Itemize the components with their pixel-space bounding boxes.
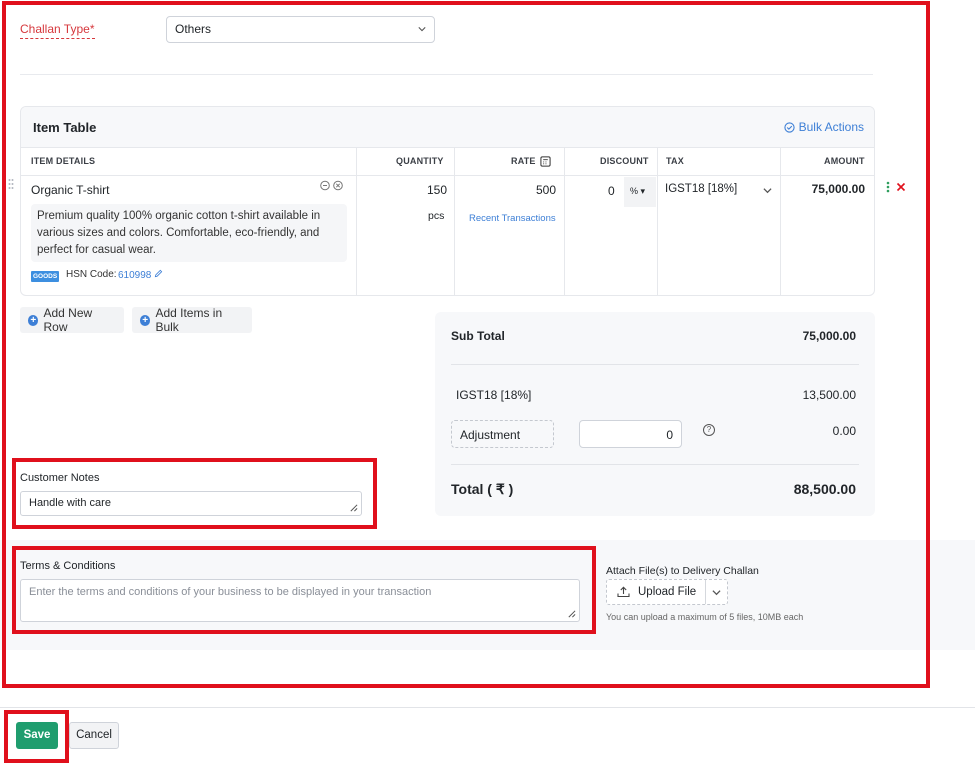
cancel-button[interactable]: Cancel [69, 722, 119, 749]
divider [20, 74, 873, 75]
add-items-bulk-button[interactable]: + Add Items in Bulk [132, 306, 252, 334]
divider [451, 364, 859, 365]
more-options-icon[interactable] [886, 181, 890, 193]
total-label: Total ( ₹ ) [451, 481, 514, 497]
customer-notes-input[interactable]: Handle with care [20, 491, 362, 516]
col-rate-label: RATE [511, 156, 536, 166]
upload-file-button[interactable]: Upload File [606, 579, 728, 605]
challan-type-select[interactable]: Others [166, 16, 435, 43]
goods-badge: GOODS [31, 271, 60, 282]
sub-total-value: 75,000.00 [802, 329, 856, 343]
customer-notes-value: Handle with care [29, 497, 111, 509]
amount-value: 75,000.00 [811, 182, 865, 196]
divider [454, 148, 455, 295]
resize-grip-icon[interactable] [349, 503, 358, 512]
sub-total-label: Sub Total [451, 329, 505, 343]
quantity-input[interactable]: 150 [427, 183, 447, 197]
bulk-actions-label: Bulk Actions [798, 120, 864, 134]
divider [564, 148, 565, 295]
divider [780, 148, 781, 295]
drag-handle-icon[interactable] [8, 178, 14, 192]
discount-input[interactable]: 0 [608, 184, 615, 198]
tax-value: IGST18 [18%] [665, 183, 738, 195]
resize-grip-icon[interactable] [567, 609, 576, 618]
bulk-actions-link[interactable]: Bulk Actions [783, 120, 864, 134]
item-description[interactable]: Premium quality 100% organic cotton t-sh… [31, 204, 347, 262]
total-value: 88,500.00 [793, 481, 856, 497]
col-item-details: ITEM DETAILS [31, 156, 96, 166]
col-rate: RATE [511, 148, 551, 176]
terms-input[interactable]: Enter the terms and conditions of your b… [20, 579, 580, 622]
chevron-down-icon [418, 27, 426, 32]
divider [0, 707, 975, 708]
tax-total-label: IGST18 [18%] [456, 388, 532, 402]
edit-pencil-icon [154, 269, 163, 278]
add-items-bulk-label: Add Items in Bulk [155, 306, 223, 334]
discount-unit-select[interactable]: % ▾ [624, 177, 656, 207]
upload-icon [617, 586, 630, 598]
divider [21, 175, 874, 176]
add-new-row-button[interactable]: + Add New Row [20, 306, 124, 334]
divider [451, 464, 859, 465]
col-discount: DISCOUNT [600, 156, 649, 166]
divider [356, 148, 357, 295]
attach-files-label: Attach File(s) to Delivery Challan [606, 565, 759, 577]
plus-circle-icon: + [28, 314, 39, 326]
col-tax: TAX [666, 156, 684, 166]
hsn-code-value: 610998 [118, 270, 152, 281]
adjustment-value: 0.00 [832, 424, 856, 438]
challan-type-label: Challan Type* [20, 22, 95, 39]
item-name[interactable]: Organic T-shirt [31, 183, 109, 197]
hsn-code-link[interactable]: 610998 [118, 269, 163, 281]
rate-input[interactable]: 500 [536, 183, 556, 197]
upload-file-label: Upload File [638, 586, 697, 598]
add-new-row-label: Add New Row [43, 306, 93, 334]
adjustment-label-field[interactable]: Adjustment [451, 420, 554, 448]
recent-transactions-link[interactable]: Recent Transactions [469, 213, 556, 224]
totals-panel: Sub Total 75,000.00 IGST18 [18%] 13,500.… [435, 312, 875, 516]
customer-notes-label: Customer Notes [20, 472, 100, 484]
item-table: Item Table Bulk Actions ITEM DETAILS QUA… [20, 106, 875, 296]
terms-placeholder: Enter the terms and conditions of your b… [29, 586, 432, 598]
col-quantity: QUANTITY [396, 156, 444, 166]
item-icons[interactable] [320, 180, 344, 191]
plus-circle-icon: + [140, 314, 151, 326]
delete-row-icon[interactable] [896, 182, 906, 192]
chevron-down-icon [763, 188, 772, 194]
col-amount: AMOUNT [824, 156, 865, 166]
hsn-label: HSN Code: [66, 269, 117, 280]
tax-total-value: 13,500.00 [802, 388, 856, 402]
divider [657, 148, 658, 295]
help-icon[interactable]: ? [703, 424, 715, 436]
discount-unit: % [630, 186, 639, 196]
tax-select[interactable]: IGST18 [18%] [665, 183, 737, 195]
chevron-down-icon[interactable] [712, 588, 721, 597]
adjustment-input[interactable]: 0 [579, 420, 682, 448]
upload-hint: You can upload a maximum of 5 files, 10M… [606, 612, 804, 622]
item-table-title: Item Table [33, 120, 97, 135]
challan-type-value: Others [175, 22, 212, 36]
unit-label: pcs [428, 210, 445, 222]
save-button[interactable]: Save [16, 722, 58, 749]
item-table-header: Item Table Bulk Actions [21, 107, 874, 148]
divider [705, 580, 707, 604]
check-circle-icon [783, 121, 795, 133]
terms-label: Terms & Conditions [20, 560, 116, 572]
calculator-icon[interactable] [540, 156, 551, 167]
